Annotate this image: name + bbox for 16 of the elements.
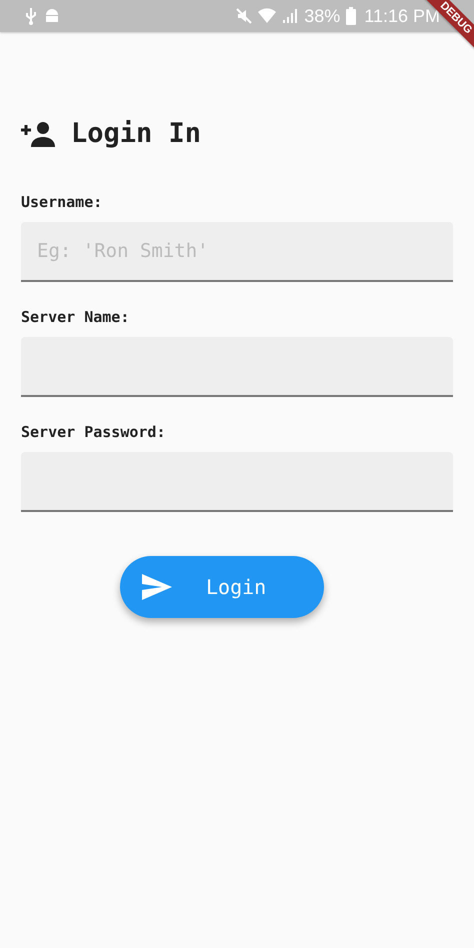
battery-level: 38% [304,6,340,26]
signal-icon [282,8,298,24]
send-icon [142,574,172,600]
usb-icon [24,7,38,25]
field-label: Username: [21,193,104,211]
battery-icon [346,7,356,25]
wifi-icon [258,8,276,24]
input-field[interactable] [21,452,453,512]
clock: 11:16 PM [364,6,440,26]
add-person-icon [21,120,57,146]
mute-icon [236,7,252,25]
page-title: Login In [71,118,202,149]
input-field[interactable] [21,337,453,397]
field-label: Server Name: [21,308,130,326]
login-button[interactable]: Login [120,556,324,618]
field-label: Server Password: [21,423,166,441]
